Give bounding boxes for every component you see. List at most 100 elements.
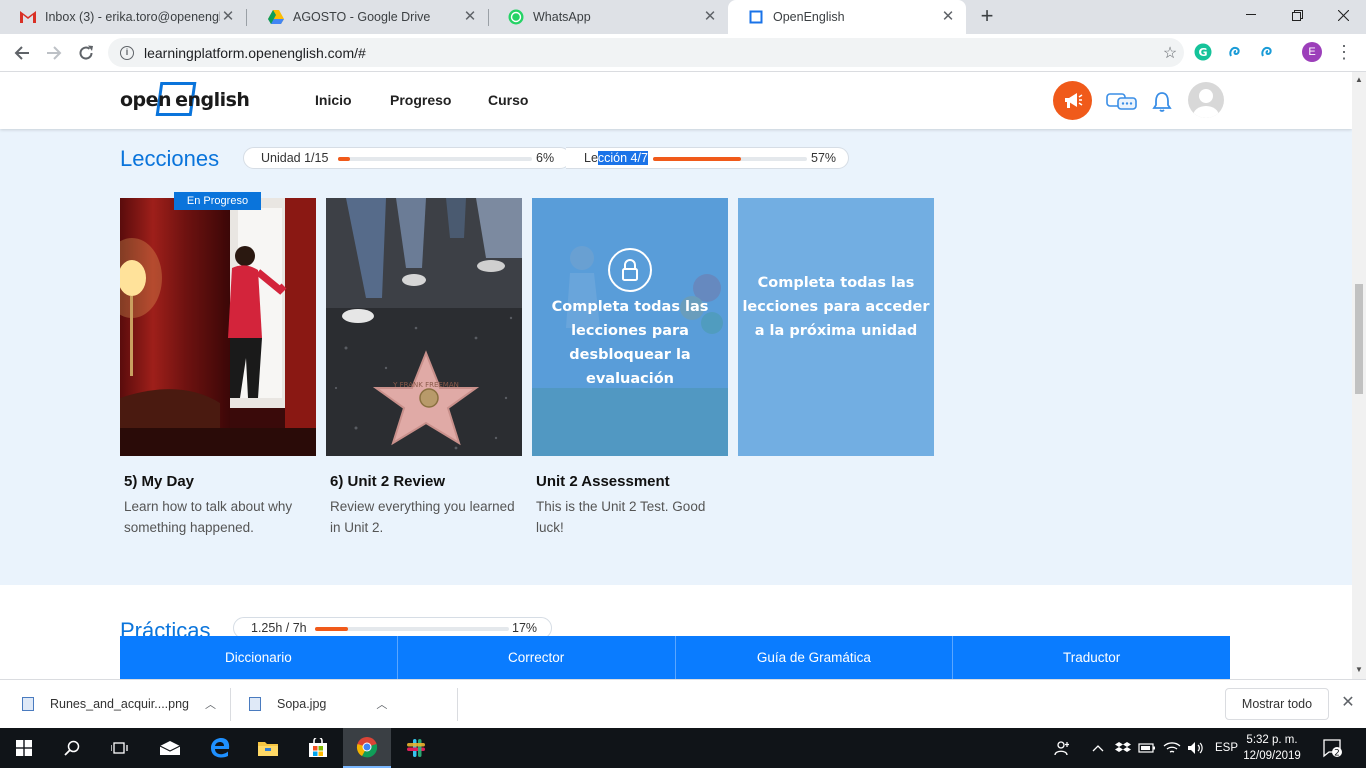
forward-icon[interactable] bbox=[40, 39, 68, 67]
tools-bar: Diccionario Corrector Guía de Gramática … bbox=[120, 636, 1230, 679]
info-icon[interactable]: i bbox=[120, 45, 134, 60]
show-all-button[interactable]: Mostrar todo bbox=[1225, 688, 1329, 720]
chevron-up-icon[interactable] bbox=[1092, 728, 1104, 768]
mail-icon[interactable] bbox=[146, 728, 194, 768]
restore-button[interactable] bbox=[1274, 0, 1320, 30]
battery-icon[interactable] bbox=[1138, 728, 1156, 768]
tab-google-drive[interactable]: AGOSTO - Google Drive ✕ bbox=[248, 0, 488, 34]
close-icon[interactable]: ✕ bbox=[702, 9, 718, 25]
lesson-title[interactable]: 5) My Day bbox=[124, 473, 194, 490]
nav-inicio[interactable]: Inicio bbox=[315, 92, 352, 108]
nav-progreso[interactable]: Progreso bbox=[390, 92, 451, 108]
lesson-title[interactable]: Unit 2 Assessment bbox=[536, 473, 670, 490]
scrollbar-thumb[interactable] bbox=[1355, 284, 1363, 394]
edge-icon[interactable] bbox=[196, 728, 244, 768]
locked-message: Completa todas las lecciones para desblo… bbox=[551, 299, 709, 387]
notification-center-icon[interactable]: 2 bbox=[1323, 738, 1343, 759]
download-filename: Runes_and_acquir....png bbox=[50, 697, 189, 711]
reload-icon[interactable] bbox=[72, 39, 100, 67]
unit-progress-pill: Unidad 1/15 6% bbox=[243, 147, 571, 169]
download-item[interactable]: Sopa.jpg ︿ bbox=[249, 685, 387, 723]
back-icon[interactable] bbox=[8, 39, 36, 67]
new-tab-button[interactable]: + bbox=[975, 5, 999, 29]
download-item[interactable]: Runes_and_acquir....png ︿ bbox=[22, 685, 216, 723]
lesson-card-unit-review[interactable]: Y FRANK FREEMAN bbox=[326, 198, 522, 456]
downloads-bar: Runes_and_acquir....png ︿ Sopa.jpg ︿ Mos… bbox=[0, 679, 1366, 728]
profile-avatar[interactable]: E bbox=[1302, 42, 1322, 62]
tab-title: Inbox (3) - erika.toro@openengli bbox=[45, 10, 220, 24]
scroll-down-icon[interactable]: ▼ bbox=[1355, 666, 1363, 674]
grammarly-icon[interactable]: G bbox=[1193, 42, 1213, 62]
close-window-button[interactable] bbox=[1320, 0, 1366, 30]
corrector-button[interactable]: Corrector bbox=[398, 636, 676, 679]
lesson-label-selected: cción 4/7 bbox=[597, 151, 648, 165]
star-icon[interactable]: ☆ bbox=[1156, 43, 1184, 63]
nav-curso[interactable]: Curso bbox=[488, 92, 528, 108]
scroll-up-icon[interactable]: ▲ bbox=[1355, 76, 1363, 84]
lock-icon bbox=[608, 248, 652, 292]
chevron-up-icon[interactable]: ︿ bbox=[376, 696, 387, 712]
close-icon[interactable]: ✕ bbox=[940, 9, 956, 25]
image-file-icon bbox=[249, 697, 261, 711]
page-scrollbar[interactable]: ▲ ▼ bbox=[1352, 72, 1366, 679]
lesson-description: This is the Unit 2 Test. Good luck! bbox=[536, 499, 706, 535]
dropbox-icon[interactable] bbox=[1115, 728, 1131, 768]
close-icon[interactable]: ✕ bbox=[1340, 695, 1356, 711]
lesson-title[interactable]: 6) Unit 2 Review bbox=[330, 473, 445, 490]
chevron-up-icon[interactable]: ︿ bbox=[205, 696, 216, 712]
practicas-progress-fill bbox=[315, 627, 348, 631]
tab-whatsapp[interactable]: WhatsApp ✕ bbox=[488, 0, 728, 34]
lesson-card-assessment[interactable]: Completa todas las lecciones para desblo… bbox=[532, 198, 728, 456]
volume-icon[interactable] bbox=[1187, 728, 1205, 768]
grammar-guide-button[interactable]: Guía de Gramática bbox=[676, 636, 954, 679]
close-icon[interactable]: ✕ bbox=[462, 9, 478, 25]
chrome-taskbar-icon[interactable] bbox=[343, 728, 391, 768]
search-icon[interactable] bbox=[48, 728, 96, 768]
user-avatar[interactable] bbox=[1188, 82, 1224, 118]
translator-button[interactable]: Traductor bbox=[953, 636, 1230, 679]
diccionario-button[interactable]: Diccionario bbox=[120, 636, 398, 679]
close-icon[interactable]: ✕ bbox=[220, 9, 236, 25]
drive-icon bbox=[268, 9, 284, 25]
tab-gmail[interactable]: Inbox (3) - erika.toro@openengli ✕ bbox=[0, 0, 246, 34]
divider bbox=[457, 688, 458, 721]
clock[interactable]: 5:32 p. m. 12/09/2019 bbox=[1236, 732, 1308, 764]
unit-progress-fill bbox=[338, 157, 350, 161]
megaphone-button[interactable] bbox=[1053, 81, 1092, 120]
minimize-button[interactable] bbox=[1228, 0, 1274, 30]
extension-icon[interactable] bbox=[1225, 42, 1245, 62]
bell-icon[interactable] bbox=[1152, 91, 1172, 113]
task-view-icon[interactable] bbox=[96, 728, 144, 768]
download-filename: Sopa.jpg bbox=[277, 697, 327, 711]
language-indicator[interactable]: ESP bbox=[1215, 728, 1238, 768]
clock-time: 5:32 p. m. bbox=[1246, 734, 1298, 746]
tab-openenglish[interactable]: OpenEnglish ✕ bbox=[728, 0, 966, 34]
lesson-description: Review everything you learned in Unit 2. bbox=[330, 499, 515, 535]
chrome-menu-icon[interactable]: ⋮ bbox=[1334, 42, 1354, 62]
store-icon[interactable] bbox=[294, 728, 342, 768]
practicas-progress-percent: 17% bbox=[512, 621, 538, 635]
next-unit-card[interactable]: Completa todas las lecciones para accede… bbox=[738, 198, 934, 456]
windows-start-icon[interactable] bbox=[0, 728, 48, 768]
wifi-icon[interactable] bbox=[1163, 728, 1181, 768]
openenglish-icon bbox=[748, 9, 764, 25]
chat-icon[interactable] bbox=[1106, 91, 1138, 113]
practicas-progress-label: 1.25h / 7h bbox=[251, 621, 307, 635]
people-icon[interactable] bbox=[1054, 728, 1072, 768]
site-header: open english Inicio Progreso Curso bbox=[0, 72, 1352, 129]
tab-title: WhatsApp bbox=[533, 10, 591, 24]
file-explorer-icon[interactable] bbox=[244, 728, 292, 768]
lesson-label-pre: Le bbox=[584, 151, 598, 165]
address-bar[interactable]: i learningplatform.openenglish.com/# ☆ bbox=[108, 38, 1184, 67]
browser-tab-strip: Inbox (3) - erika.toro@openengli ✕ AGOST… bbox=[0, 0, 1366, 34]
browser-toolbar: i learningplatform.openenglish.com/# ☆ G bbox=[0, 34, 1366, 72]
lesson-card-my-day[interactable] bbox=[120, 198, 316, 456]
openenglish-logo[interactable]: open english bbox=[120, 82, 250, 118]
extension-icon[interactable] bbox=[1257, 42, 1277, 62]
lesson-progress-track bbox=[653, 157, 807, 161]
tab-title: OpenEnglish bbox=[773, 10, 845, 24]
logo-text-open: open bbox=[120, 89, 172, 111]
clock-date: 12/09/2019 bbox=[1243, 750, 1301, 762]
windows-taskbar: ESP 5:32 p. m. 12/09/2019 2 bbox=[0, 728, 1366, 768]
slack-icon[interactable] bbox=[392, 728, 440, 768]
